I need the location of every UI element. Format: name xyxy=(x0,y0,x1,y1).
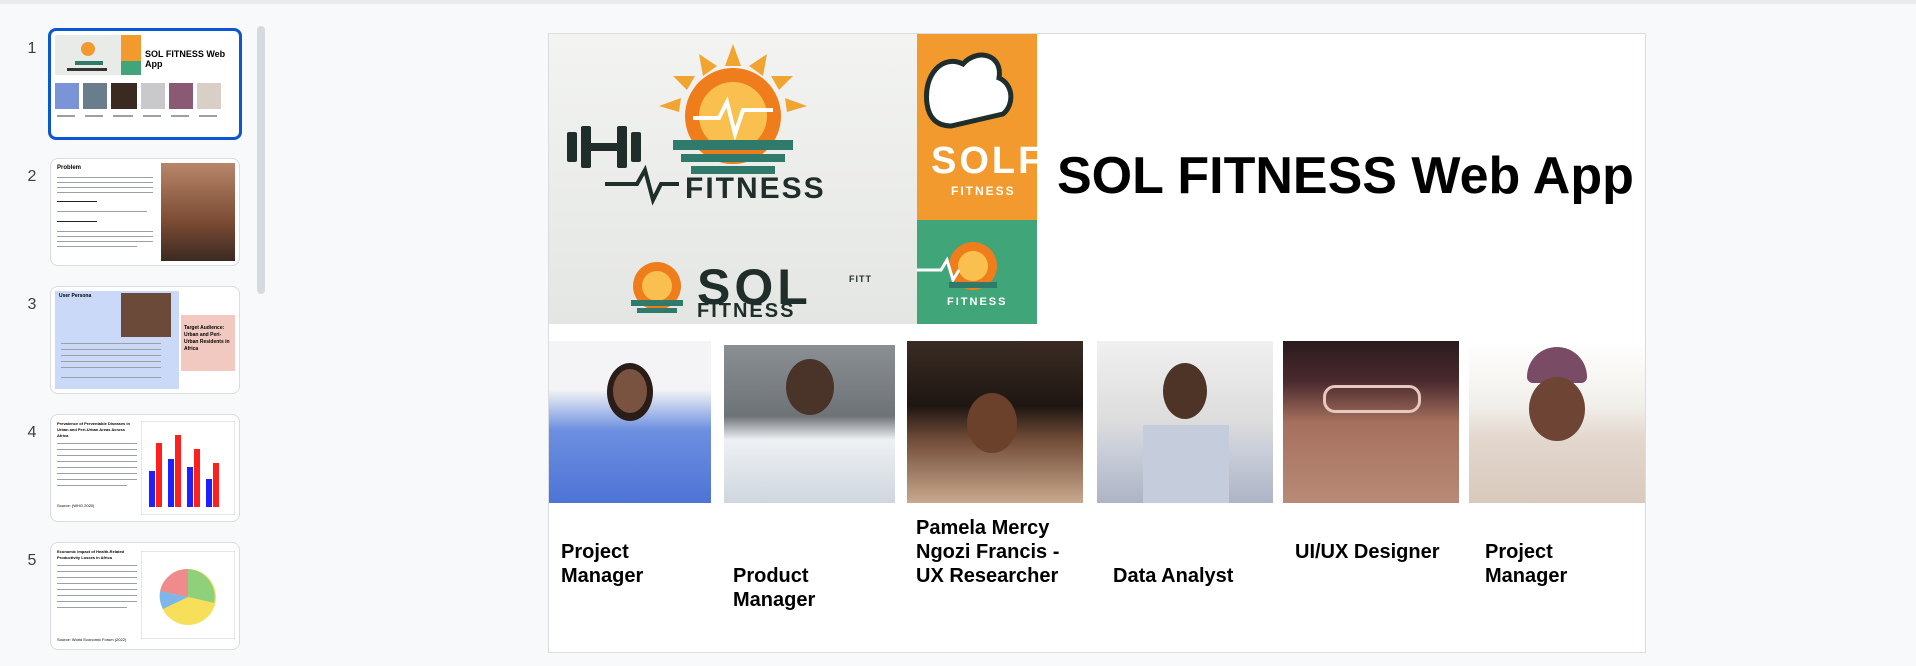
sol-fitness-orange-logo: SOLF FITNESS xyxy=(917,34,1041,220)
logo-thumbnail xyxy=(55,35,121,75)
thumbnail-source: Source: World Economic Forum (2022) xyxy=(57,637,127,642)
team-member-photo xyxy=(1097,341,1273,503)
sun-logo-icon xyxy=(917,242,997,290)
face-shape xyxy=(786,359,834,415)
photo-thumbnail xyxy=(111,83,137,109)
logo-sol-sub: FITNESS xyxy=(697,300,796,322)
team-member-photo xyxy=(1283,341,1459,503)
team-member-role: Project Manager xyxy=(561,541,644,587)
logo-fitness-word: FITNESS xyxy=(685,172,826,205)
team-member-photo xyxy=(1469,341,1645,503)
team-member-role: Pamela Mercy Ngozi Francis - UX Research… xyxy=(916,517,1060,587)
slide-title[interactable]: SOL FITNESS Web App xyxy=(1057,146,1643,206)
slide-thumbnail-frame[interactable]: User Persona Target Audience: Urban and … xyxy=(50,286,240,394)
bar-chart-thumbnail xyxy=(141,421,235,515)
slide-thumbnail-frame[interactable]: SOL FITNESS Web App xyxy=(48,28,242,140)
thumbnail-title: Problem xyxy=(57,165,82,171)
team-member-photo xyxy=(724,345,895,503)
sun-logo-icon xyxy=(67,42,107,71)
target-audience-label: Target Audience: Urban and Peri-Urban Re… xyxy=(184,325,230,352)
slide-thumbnail-frame[interactable]: Problem xyxy=(50,158,240,266)
thumbnail-title: User Persona xyxy=(59,293,92,299)
sol-fitness-green-logo: FITNESS xyxy=(917,220,1037,324)
sol-fitness-main-logo: FITNESS SOL FITNESS FITT xyxy=(549,34,917,324)
face-shape xyxy=(1529,377,1585,441)
team-member-role: Product Manager xyxy=(733,565,816,611)
slide-thumbnail-frame[interactable]: Economic Impact of Health-Related Produc… xyxy=(50,542,240,650)
face-shape xyxy=(1163,363,1207,419)
slide-filmstrip[interactable]: 1 SOL FITNESS Web App 2 Problem 3 User P… xyxy=(0,8,270,666)
logo-orange-thumbnail xyxy=(121,35,141,61)
photo-thumbnail xyxy=(141,83,165,109)
photo-thumbnail xyxy=(83,83,107,109)
orange-logo-word: SOLF xyxy=(931,140,1045,182)
persona-photo xyxy=(121,293,171,337)
shirt-shape xyxy=(1143,425,1229,503)
thumbnail-title: Prevalence of Preventable Diseases in Ur… xyxy=(57,421,130,438)
team-member-photo xyxy=(907,341,1083,503)
photo-thumbnail xyxy=(55,83,79,109)
toolbar-edge xyxy=(0,0,1916,4)
filmstrip-scrollbar[interactable] xyxy=(257,26,265,294)
slide-number: 4 xyxy=(27,424,37,441)
team-member-role: Data Analyst xyxy=(1113,565,1234,587)
glasses-shape xyxy=(1323,385,1421,413)
logo-fitt-word: FITT xyxy=(849,274,872,284)
slide-number: 3 xyxy=(27,296,37,313)
slide-number: 2 xyxy=(27,168,37,185)
team-member-role: Project Manager xyxy=(1485,541,1568,587)
logo-image: FITNESS SOL FITNESS FITT SOLF FITNESS FI… xyxy=(549,34,1041,324)
thumbnail-title: Economic Impact of Health-Related Produc… xyxy=(57,549,125,560)
face-shape xyxy=(613,369,647,413)
team-member-role: UI/UX Designer xyxy=(1295,541,1440,563)
logo-green-thumbnail xyxy=(121,61,141,75)
thumbnail-title: SOL FITNESS Web App xyxy=(145,49,226,69)
pie-chart-thumbnail xyxy=(141,551,235,639)
slide-number: 5 xyxy=(27,552,37,569)
slide-thumbnail-frame[interactable]: Prevalence of Preventable Diseases in Ur… xyxy=(50,414,240,522)
thumbnail-source: Source: (WHO 2020) xyxy=(57,503,95,508)
current-slide[interactable]: FITNESS SOL FITNESS FITT SOLF FITNESS FI… xyxy=(548,33,1646,653)
green-logo-sub: FITNESS xyxy=(947,296,1008,308)
face-shape xyxy=(967,393,1017,453)
slide-number: 1 xyxy=(27,40,37,57)
photo-thumbnail xyxy=(169,83,193,109)
photo-thumbnail xyxy=(197,83,221,109)
city-crowd-image xyxy=(161,163,235,261)
orange-logo-sub: FITNESS xyxy=(951,184,1016,198)
team-member-photo xyxy=(549,341,711,503)
